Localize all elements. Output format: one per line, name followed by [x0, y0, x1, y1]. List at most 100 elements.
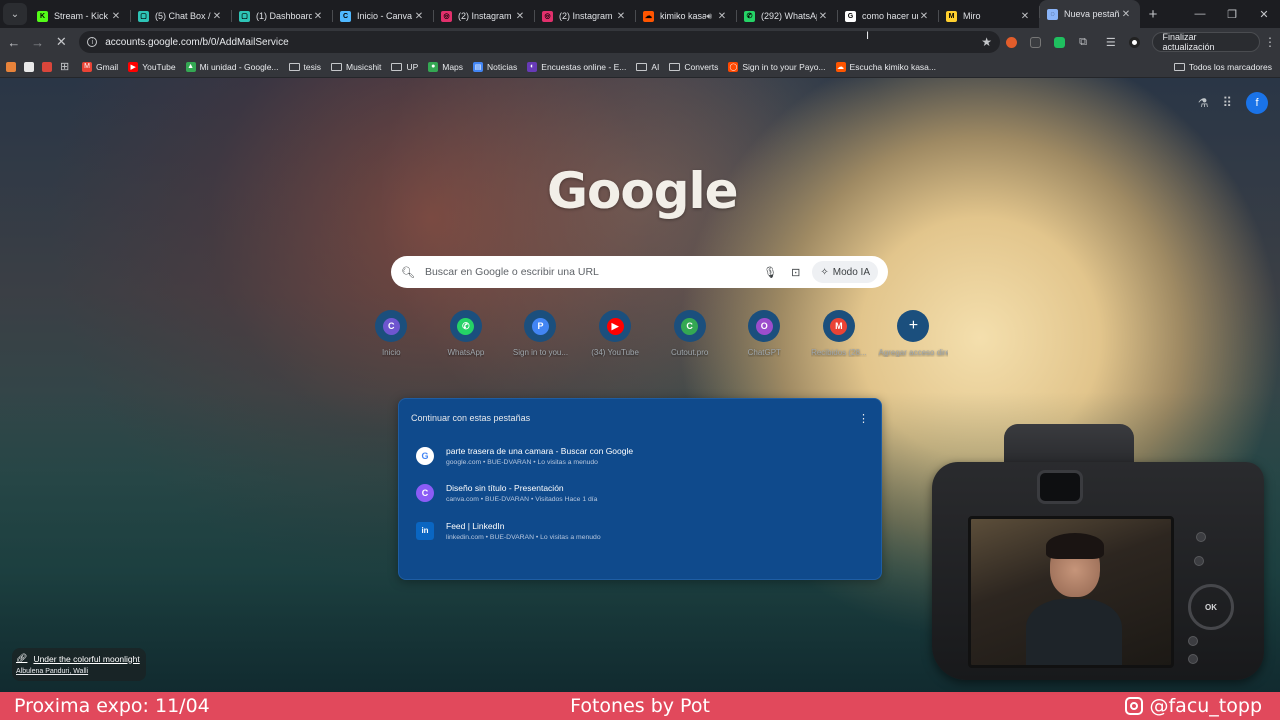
close-tab-icon[interactable]: ✕ — [817, 11, 829, 22]
close-window-icon[interactable]: ✕ — [1248, 8, 1280, 21]
shortcut-tile[interactable]: ✆ WhatsApp — [429, 310, 504, 357]
bookmark-label: UP — [406, 61, 419, 72]
drive-icon: ▲ — [185, 61, 196, 72]
attribution-author[interactable]: Albulena Panduri, Walli — [16, 668, 140, 675]
loading-icon: ◌ — [1047, 8, 1058, 20]
tab[interactable]: ◎ (2) Instagram ✕ — [433, 4, 534, 28]
reading-list-icon[interactable]: ☰ — [1099, 36, 1123, 49]
close-tab-icon[interactable]: ✕ — [514, 11, 526, 22]
update-button[interactable]: Finalizar actualización — [1152, 32, 1261, 52]
forward-arrow-icon[interactable]: → — [26, 35, 50, 50]
tab[interactable]: ▢ (1) Dashboard ✕ — [231, 4, 332, 28]
shortcut-tile[interactable]: ▶ (34) YouTube — [578, 310, 653, 357]
close-tab-icon[interactable]: ✕ — [615, 11, 627, 22]
shortcut-circle[interactable]: P — [524, 310, 557, 342]
close-tab-icon[interactable]: ✕ — [413, 11, 425, 22]
extensions-puzzle-icon[interactable]: ⧉ — [1071, 36, 1095, 49]
address-url[interactable]: accounts.google.com/b/0/AddMailService — [105, 37, 981, 48]
speaker-icon[interactable]: 🔊︎ — [706, 11, 712, 22]
tab[interactable]: ☁ kimiko kasa 🔊︎ ✕ — [635, 4, 736, 28]
shortcut-tile[interactable]: + Agregar acceso directo — [876, 310, 951, 357]
address-bar[interactable]: i accounts.google.com/b/0/AddMailService… — [79, 31, 1000, 53]
restore-icon[interactable]: ❐ — [1216, 8, 1248, 21]
bookmark-item[interactable]: ▤ Noticias — [473, 61, 517, 72]
tab[interactable]: ◌ Nueva pestaña ✕ — [1039, 0, 1140, 28]
attribution-title[interactable]: 🔗︎ Under the colorful moonlight — [16, 653, 140, 664]
minimize-icon[interactable]: — — [1184, 8, 1216, 21]
bookmark-star-icon[interactable]: ★ — [981, 35, 992, 49]
row-title[interactable]: Feed | LinkedIn — [446, 521, 601, 531]
shortcut-circle[interactable]: M — [822, 310, 855, 342]
shortcut-tile[interactable]: O ChatGPT — [727, 310, 802, 357]
shortcut-tile[interactable]: C Inicio — [354, 310, 429, 357]
shortcut-circle[interactable]: C — [375, 310, 408, 342]
google-lens-icon[interactable]: ⊡ — [791, 266, 800, 279]
bookmark-item[interactable]: ☁ Escucha kimiko kasa... — [835, 61, 936, 72]
tab[interactable]: C Inicio - Canva ✕ — [332, 4, 433, 28]
bookmark-white-icon[interactable] — [24, 61, 34, 72]
tab[interactable]: ▢ (5) Chat Box / S✕ — [130, 4, 231, 28]
close-tab-icon[interactable]: ✕ — [1120, 9, 1132, 20]
tab[interactable]: K Stream - Kick I ✕ — [29, 4, 130, 28]
labs-flask-icon[interactable]: ⚗ — [1198, 96, 1209, 110]
row-title[interactable]: parte trasera de una camara - Buscar con… — [446, 446, 633, 456]
continue-tab-row[interactable]: Gparte trasera de una camara - Buscar co… — [399, 437, 881, 475]
google-apps-icon[interactable]: ⠿ — [1222, 95, 1232, 111]
shortcut-tile[interactable]: P Sign in to you... — [503, 310, 578, 357]
tab[interactable]: ✆ (292) WhatsAp ✕ — [736, 4, 837, 28]
shortcut-circle[interactable]: C — [673, 310, 706, 342]
row-title[interactable]: Diseño sin título - Presentación — [446, 483, 597, 493]
browser-menu-icon[interactable]: ⋮ — [1260, 35, 1280, 49]
close-tab-icon[interactable]: ✕ — [716, 11, 728, 22]
profile-circle-icon[interactable] — [1123, 36, 1147, 48]
search-box[interactable]: 🔍︎ 🎙︎ ⊡ ✧ Modo IA — [391, 256, 888, 288]
shortcut-circle[interactable]: ✆ — [449, 310, 482, 342]
close-tab-icon[interactable]: ✕ — [110, 11, 122, 22]
continue-tab-row[interactable]: C Diseño sin título - Presentación canva.c… — [399, 475, 881, 513]
shortcut-circle[interactable]: O — [748, 310, 781, 342]
bookmark-item[interactable]: tesis — [288, 62, 321, 72]
new-tab-plus-icon[interactable]: + — [1140, 6, 1166, 23]
bookmark-item[interactable]: UP — [391, 62, 418, 72]
shortcut-circle[interactable]: ▶ — [599, 310, 632, 342]
bookmark-item[interactable]: ▶ YouTube — [128, 61, 176, 72]
bookmark-item[interactable]: ◯ Sign in to your Payo... — [728, 61, 826, 72]
shortcut-tile[interactable]: M Recibidos (28... — [802, 310, 877, 357]
bookmark-item[interactable]: ● Maps — [428, 61, 463, 72]
tab-search-dropdown-icon[interactable]: ⌄ — [3, 3, 27, 25]
back-arrow-icon[interactable]: ← — [2, 35, 26, 50]
shortcut-circle[interactable]: + — [897, 310, 930, 342]
card-menu-icon[interactable]: ⋮ — [858, 412, 869, 425]
extension-fox-icon[interactable] — [1000, 36, 1024, 48]
extension-dark-icon[interactable] — [1024, 36, 1048, 48]
site-info-icon[interactable]: i — [87, 37, 98, 47]
tab[interactable]: ◎ (2) Instagram ✕ — [534, 4, 635, 28]
extension-green-icon[interactable] — [1047, 36, 1071, 48]
microphone-icon[interactable]: 🎙︎ — [763, 266, 777, 279]
attribution-title-text[interactable]: Under the colorful moonlight — [33, 654, 139, 664]
account-avatar[interactable]: f — [1246, 92, 1268, 114]
all-bookmarks[interactable]: Todos los marcadores — [1173, 62, 1272, 72]
bookmark-item[interactable]: Musicshit — [331, 62, 381, 72]
bookmark-red-icon[interactable] — [42, 61, 52, 72]
close-tab-icon[interactable]: ✕ — [211, 11, 223, 22]
apps-grid-icon[interactable]: ⊞ — [60, 60, 72, 73]
continue-tab-row[interactable]: in Feed | LinkedIn linkedin.com • BUE-DVAR… — [399, 512, 881, 550]
shortcut-tile[interactable]: C Cutout.pro — [652, 310, 727, 357]
tab-title: (2) Instagram — [458, 11, 512, 21]
bookmark-item[interactable]: M Gmail — [82, 61, 118, 72]
close-tab-icon[interactable]: ✕ — [1019, 11, 1031, 22]
stop-loading-icon[interactable]: ✕ — [50, 34, 74, 50]
bookmark-item[interactable]: Converts — [669, 62, 718, 72]
tab[interactable]: M Miro ✕ — [938, 4, 1039, 28]
bookmark-item[interactable]: ▲ Mi unidad - Google... — [185, 61, 279, 72]
bookmark-item[interactable]: AI — [636, 62, 659, 72]
bookmark-item[interactable]: ◐ Encuestas online - E... — [527, 61, 626, 72]
bookmark-orange-icon[interactable] — [6, 61, 16, 72]
close-tab-icon[interactable]: ✕ — [312, 11, 324, 22]
tab[interactable]: Gcomo hacer un ✕ — [837, 4, 938, 28]
ai-mode-button[interactable]: ✧ Modo IA — [812, 261, 878, 283]
close-tab-icon[interactable]: ✕ — [918, 11, 930, 22]
folder-icon — [288, 62, 300, 71]
search-input[interactable] — [424, 266, 750, 278]
